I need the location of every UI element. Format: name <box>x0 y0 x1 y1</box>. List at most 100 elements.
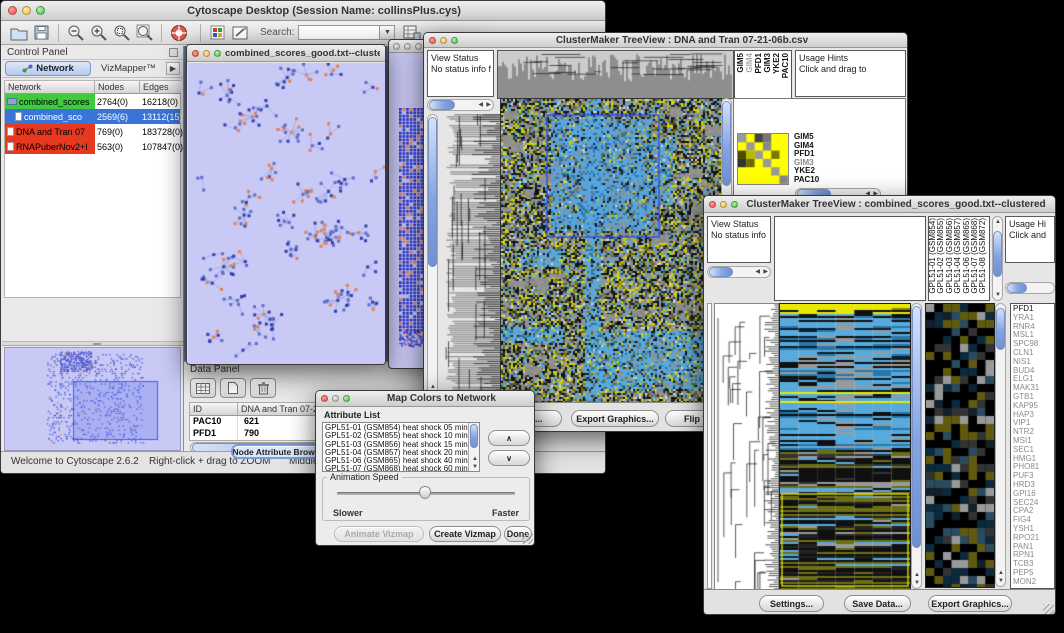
gene-list-item[interactable]: BUD4 <box>1013 367 1052 376</box>
cytoscape-titlebar[interactable]: Cytoscape Desktop (Session Name: collins… <box>1 1 605 21</box>
table-mode-button[interactable] <box>190 378 216 398</box>
tv2-usage-scrollbar[interactable] <box>1005 282 1055 294</box>
gene-list-item[interactable]: PEP5 <box>1013 569 1052 578</box>
network-row[interactable]: DNA and Tran 07 769(0) 183728(0) <box>5 124 180 139</box>
column-label[interactable]: GIM4 <box>745 53 754 73</box>
gene-list-item[interactable]: HRD3 <box>1013 481 1052 490</box>
resize-grip[interactable] <box>522 533 533 544</box>
speed-slider-thumb[interactable] <box>419 486 431 499</box>
column-label[interactable]: GPL51-08 (GSM872) <box>979 218 987 294</box>
help-lifering-icon[interactable] <box>168 22 189 43</box>
gene-list-item[interactable]: YSH1 <box>1013 525 1052 534</box>
scroll-up-icon[interactable]: ▲ <box>995 219 1001 225</box>
gene-list-item[interactable]: YKE2 <box>794 167 836 176</box>
tv2-labels-vscrollbar[interactable]: ▲ ▼ <box>992 216 1003 301</box>
zoom-button[interactable] <box>731 201 738 208</box>
tv1-column-dendrogram[interactable] <box>497 50 734 99</box>
column-header[interactable]: Edges <box>140 81 181 94</box>
move-down-button[interactable]: ∨ <box>488 450 530 466</box>
settings-button[interactable]: Settings... <box>759 595 824 612</box>
column-label[interactable]: YKE2 <box>772 53 781 74</box>
network-row[interactable]: combined_scores 2764(0) 16218(0) <box>5 94 180 109</box>
minimize-button[interactable] <box>440 37 447 44</box>
tv1-status-scrollbar[interactable]: ◀ ▶ <box>427 99 494 111</box>
zoom-button[interactable] <box>343 395 350 402</box>
network-row[interactable]: RNAPuberNov2+I 563(0) 107847(0) <box>5 139 180 154</box>
gene-list-item[interactable]: RPO21 <box>1013 534 1052 543</box>
close-button[interactable] <box>709 201 716 208</box>
scroll-left-icon[interactable]: ◀ <box>755 269 760 275</box>
node-attribute-browser-button[interactable]: Node Attribute Brows <box>231 444 321 459</box>
zoom-selected-icon[interactable] <box>111 22 132 43</box>
tv2-column-dendrogram-area[interactable] <box>774 216 926 301</box>
network-view-titlebar[interactable]: combined_scores_good.txt--cluste... <box>187 45 385 62</box>
gene-list-item[interactable]: MSL1 <box>1013 331 1052 340</box>
scroll-left-icon[interactable]: ◀ <box>478 102 483 108</box>
close-button[interactable] <box>8 6 17 15</box>
tv1-mini-heatmap[interactable] <box>737 133 789 185</box>
close-button[interactable] <box>321 395 328 402</box>
search-dropdown-button[interactable]: ▼ <box>380 25 395 40</box>
column-label[interactable]: GIM5 <box>736 53 745 73</box>
tab-overflow-icon[interactable]: ▶ <box>166 62 180 75</box>
animate-v-button[interactable]: Animate Vizmap <box>334 526 424 542</box>
tv1-heatmap[interactable] <box>500 98 722 403</box>
gene-list-item[interactable]: CPA2 <box>1013 507 1052 516</box>
gene-list-item[interactable]: PFD1 <box>794 150 836 159</box>
tv2-row-dendrogram[interactable] <box>714 303 779 591</box>
tv2-status-scrollbar[interactable]: ◀ ▶ <box>707 266 771 278</box>
minimize-button[interactable] <box>404 43 411 50</box>
gene-list-item[interactable]: SPC98 <box>1013 340 1052 349</box>
attribute-list-item[interactable]: GPL51-02 (GSM855) heat shock 10 min <box>325 432 477 440</box>
scroll-down-icon[interactable]: ▼ <box>998 578 1004 584</box>
zoom-in-icon[interactable] <box>88 22 109 43</box>
network-row-selected[interactable]: combined_sco 2569(6) 13112(15) <box>5 109 180 124</box>
attribute-list-item[interactable]: GPL51-03 (GSM856) heat shock 15 min <box>325 441 477 449</box>
gene-list-item[interactable]: PAN1 <box>1013 543 1052 552</box>
attribute-list-vscrollbar[interactable]: ▲ ▼ <box>468 423 479 471</box>
gene-list-item[interactable]: CLN1 <box>1013 349 1052 358</box>
gene-list-item[interactable]: GPI16 <box>1013 490 1052 499</box>
gene-list-item[interactable]: PUF3 <box>1013 472 1052 481</box>
column-header[interactable]: Nodes <box>95 81 140 94</box>
attribute-list-item[interactable]: GPL51-04 (GSM857) heat shock 20 min <box>325 449 477 457</box>
scroll-up-icon[interactable]: ▲ <box>998 570 1004 576</box>
zoom-fit-icon[interactable] <box>134 22 155 43</box>
gene-list-item[interactable]: PFD1 <box>1013 305 1052 314</box>
gene-list-item[interactable]: ELG1 <box>1013 375 1052 384</box>
treeview2-titlebar[interactable]: ClusterMaker TreeView : combined_scores_… <box>704 196 1055 213</box>
gene-list-item[interactable]: MSI1 <box>1013 437 1052 446</box>
zoom-button[interactable] <box>415 43 422 50</box>
tv2-heatmap-vscrollbar[interactable]: ▲ ▼ <box>911 303 922 589</box>
minimize-button[interactable] <box>720 201 727 208</box>
close-button[interactable] <box>192 50 199 57</box>
gene-list-item[interactable]: RNR4 <box>1013 323 1052 332</box>
zoom-button[interactable] <box>214 50 221 57</box>
zoom-button[interactable] <box>451 37 458 44</box>
column-header[interactable]: Network <box>5 81 95 94</box>
gene-list-item[interactable]: YRA1 <box>1013 314 1052 323</box>
create-v-button[interactable]: Create Vizmap <box>429 526 501 542</box>
scroll-right-icon[interactable]: ▶ <box>763 269 768 275</box>
treeview1-titlebar[interactable]: ClusterMaker TreeView : DNA and Tran 07-… <box>424 33 907 48</box>
scroll-down-icon[interactable]: ▼ <box>914 580 920 586</box>
tab-network[interactable]: Network <box>5 61 91 76</box>
tv2-heatmap[interactable] <box>779 303 911 591</box>
column-label[interactable]: GPL51-04 (GSM857) <box>954 218 962 294</box>
attribute-list-item[interactable]: GPL51-01 (GSM854) heat shock 05 min <box>325 424 477 432</box>
gene-list-item[interactable]: GTB1 <box>1013 393 1052 402</box>
annotation-icon[interactable] <box>230 22 251 43</box>
gene-list-item[interactable]: PHO81 <box>1013 463 1052 472</box>
scroll-right-icon[interactable]: ▶ <box>486 102 491 108</box>
gene-list-item[interactable]: PAC10 <box>794 176 836 185</box>
float-panel-icon[interactable] <box>169 48 178 57</box>
move-up-button[interactable]: ∧ <box>488 430 530 446</box>
panel-splitter[interactable] <box>2 341 183 346</box>
tv1-row-dendrogram[interactable] <box>440 114 500 401</box>
gene-list-item[interactable]: NIS1 <box>1013 358 1052 367</box>
search-input[interactable] <box>298 25 380 40</box>
scroll-up-icon[interactable]: ▲ <box>914 572 920 578</box>
map-dialog-titlebar[interactable]: Map Colors to Network <box>316 391 534 407</box>
minimize-button[interactable] <box>332 395 339 402</box>
gene-list-item[interactable]: TCB3 <box>1013 560 1052 569</box>
